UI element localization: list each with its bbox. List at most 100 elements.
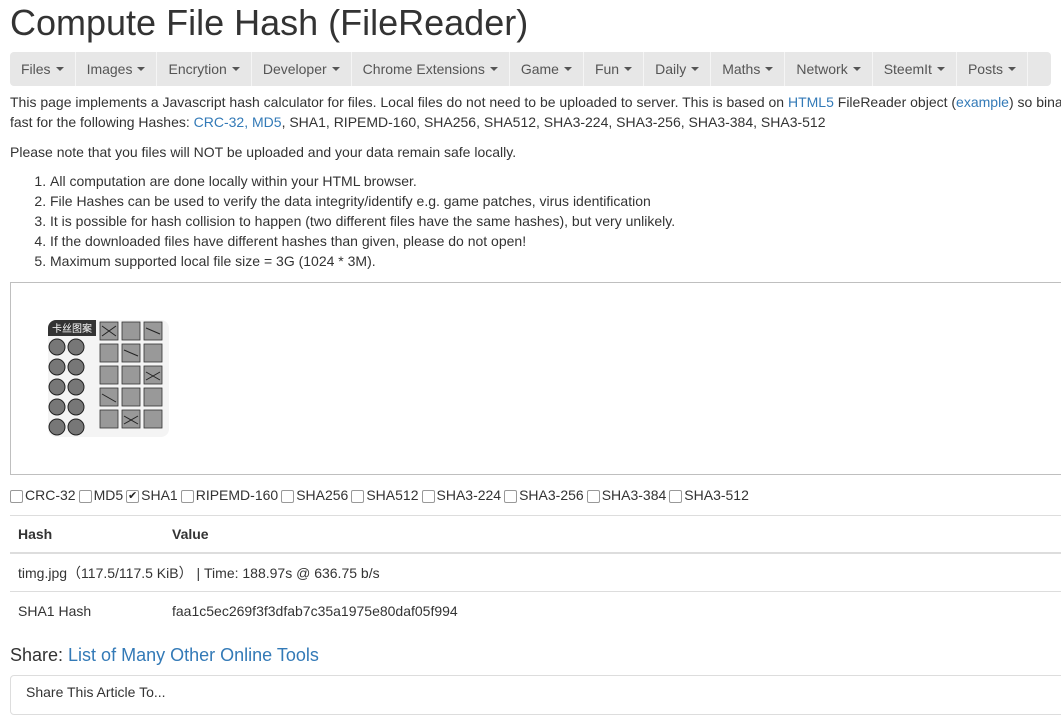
nav-posts[interactable]: Posts [957, 52, 1028, 86]
nav-daily[interactable]: Daily [644, 52, 712, 86]
hash-value-cell: faa1c5ec269f3f3dfab7c35a1975e80daf05f994 [164, 591, 1061, 629]
checkbox-checked[interactable]: ✔ [126, 489, 140, 503]
intro-text: This page implements a Javascript hash c… [10, 94, 788, 110]
nav-files[interactable]: Files [10, 52, 76, 86]
algo-sha256[interactable]: SHA256 [281, 487, 348, 503]
algo-crc32[interactable]: CRC-32 [10, 487, 76, 503]
column-header-hash: Hash [10, 515, 164, 554]
caret-down-icon [936, 67, 945, 71]
file-drop-zone[interactable]: 卡丝图案 [10, 282, 1061, 475]
example-link[interactable]: example [956, 94, 1009, 110]
algo-label: SHA512 [366, 487, 419, 503]
caret-down-icon [1007, 67, 1016, 71]
nav-label: Posts [967, 61, 1003, 77]
feature-list: All computation are done locally within … [10, 171, 675, 271]
algo-sha512[interactable]: SHA512 [351, 487, 419, 503]
hash-label-cell: SHA1 Hash [10, 591, 164, 629]
nav-label: SteemIt [883, 61, 932, 77]
nav-label: Game [520, 61, 559, 77]
file-size: （117.5/117.5 KiB） [67, 564, 193, 581]
caret-down-icon [331, 67, 340, 71]
caret-down-icon [765, 67, 774, 71]
nav-maths[interactable]: Maths [711, 52, 786, 86]
list-item: All computation are done locally within … [50, 171, 675, 191]
nav-fun[interactable]: Fun [584, 52, 645, 86]
caret-down-icon [852, 67, 861, 71]
nav-label: Maths [722, 61, 761, 77]
list-item: It is possible for hash collision to hap… [50, 211, 675, 231]
nav-label: Images [86, 61, 133, 77]
crc-md5-link[interactable]: CRC-32, MD5 [194, 114, 282, 130]
algo-label: SHA3-224 [436, 487, 502, 503]
checkmark-icon: ✔ [128, 489, 138, 502]
nav-network[interactable]: Network [785, 52, 873, 86]
checkbox[interactable] [586, 489, 600, 503]
share-label: Share: [10, 645, 69, 665]
checkbox[interactable] [78, 489, 92, 503]
column-header-value: Value [164, 515, 1061, 554]
algo-ripemd160[interactable]: RIPEMD-160 [180, 487, 279, 503]
checkbox[interactable] [669, 489, 683, 503]
table-row: SHA1 Hash faa1c5ec269f3f3dfab7c35a1975e8… [10, 591, 1061, 629]
nav-game[interactable]: Game [510, 52, 584, 86]
list-item: If the downloaded files have different h… [50, 231, 675, 251]
thumbnail-caption: 卡丝图案 [52, 322, 92, 335]
file-thumbnail: 卡丝图案 [48, 320, 169, 437]
caret-down-icon [691, 67, 700, 71]
caret-down-icon [55, 67, 64, 71]
checkbox[interactable] [180, 489, 194, 503]
nav-label: Developer [262, 61, 327, 77]
algorithm-selector: CRC-32 MD5 ✔ SHA1 RIPEMD-160 SHA256 SHA51… [10, 485, 752, 505]
intro-text: fast for the following Hashes: [10, 114, 194, 130]
page-title: Compute File Hash (FileReader) [10, 2, 529, 43]
top-navbar: Files Images Encrytion Developer Chrome … [10, 52, 1051, 86]
caret-down-icon [231, 67, 240, 71]
algo-label: SHA256 [296, 487, 349, 503]
list-item: Maximum supported local file size = 3G (… [50, 251, 675, 271]
algo-sha3-384[interactable]: SHA3-384 [586, 487, 666, 503]
nav-label: Files [21, 61, 51, 77]
share-heading: Share: List of Many Other Online Tools [10, 643, 319, 667]
pattern-thumbnail-image: 卡丝图案 [48, 320, 169, 437]
nav-label: Fun [594, 61, 620, 77]
algo-md5[interactable]: MD5 [78, 487, 124, 503]
nav-encrytion[interactable]: Encrytion [157, 52, 252, 86]
table-header-row: Hash Value [10, 515, 1061, 554]
algo-label: MD5 [93, 487, 124, 503]
nav-images[interactable]: Images [76, 52, 158, 86]
checkbox[interactable] [421, 489, 435, 503]
list-item: File Hashes can be used to verify the da… [50, 191, 675, 211]
nav-label: Network [796, 61, 848, 77]
file-name: timg.jpg [18, 564, 68, 581]
checkbox[interactable] [10, 489, 23, 503]
caret-down-icon [137, 67, 146, 71]
intro-text: FileReader object ( [833, 94, 957, 110]
intro-paragraph: This page implements a Javascript hash c… [10, 92, 1061, 132]
checkbox[interactable] [504, 489, 518, 503]
nav-chrome-extensions[interactable]: Chrome Extensions [352, 52, 510, 86]
nav-steemit[interactable]: SteemIt [873, 52, 957, 86]
caret-down-icon [489, 67, 498, 71]
caret-down-icon [624, 67, 633, 71]
safety-note: Please note that you files will NOT be u… [10, 144, 517, 160]
nav-developer[interactable]: Developer [252, 52, 352, 86]
algo-label: SHA3-512 [684, 487, 749, 503]
algo-label: SHA3-256 [519, 487, 584, 503]
nav-label: Daily [655, 61, 687, 77]
html5-link[interactable]: HTML5 [788, 94, 834, 110]
algo-sha3-512[interactable]: SHA3-512 [669, 487, 749, 503]
online-tools-link[interactable]: List of Many Other Online Tools [68, 645, 319, 665]
algo-label: RIPEMD-160 [195, 487, 279, 503]
checkbox[interactable] [281, 489, 295, 503]
results-table: Hash Value timg.jpg（117.5/117.5 KiB） | T… [10, 515, 1061, 629]
nav-label: Chrome Extensions [362, 61, 485, 77]
file-info-cell: timg.jpg（117.5/117.5 KiB） | Time: 188.97… [10, 552, 1061, 592]
table-row: timg.jpg（117.5/117.5 KiB） | Time: 188.97… [10, 552, 1061, 592]
algo-sha3-256[interactable]: SHA3-256 [504, 487, 584, 503]
algo-sha3-224[interactable]: SHA3-224 [421, 487, 502, 503]
caret-down-icon [563, 67, 572, 71]
checkbox[interactable] [351, 489, 365, 503]
algo-sha1[interactable]: ✔ SHA1 [126, 487, 178, 503]
share-article-dropdown[interactable]: Share This Article To... [10, 675, 1061, 715]
algo-label: CRC-32 [25, 487, 76, 503]
